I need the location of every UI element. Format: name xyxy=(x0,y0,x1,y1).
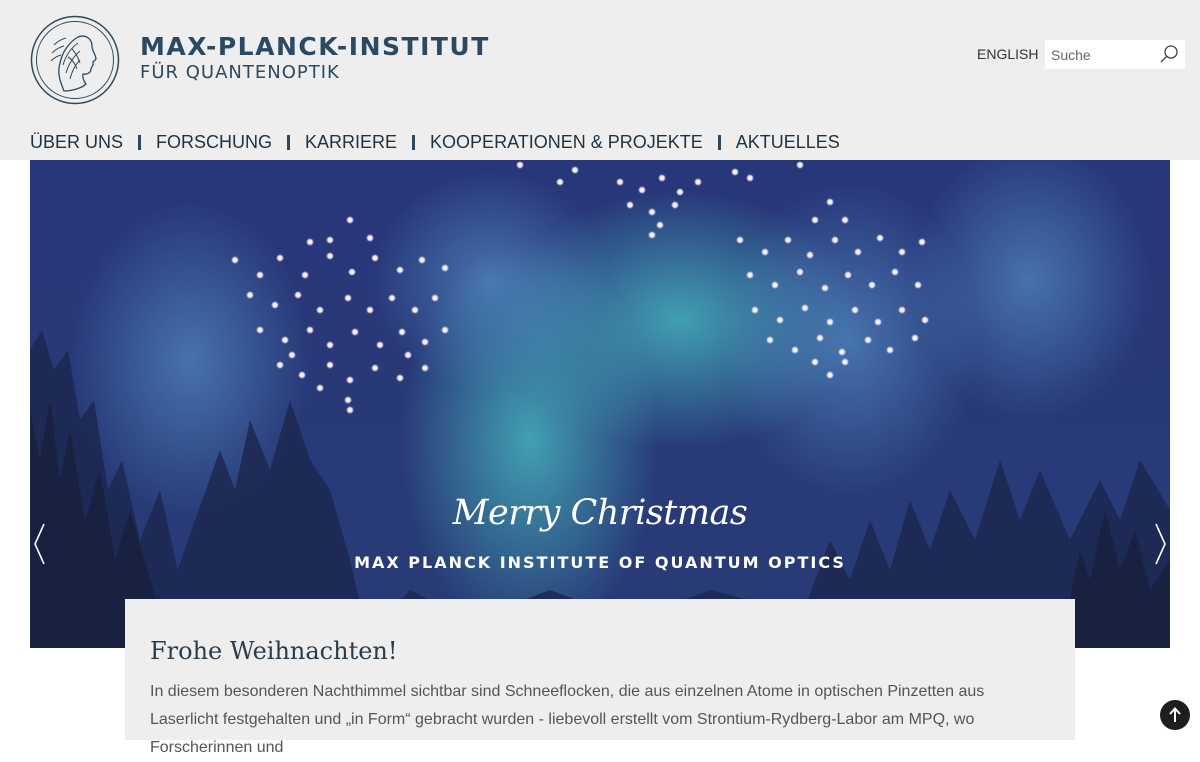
nav-separator xyxy=(412,135,416,150)
nav-item-kooperationen-projekte[interactable]: KOOPERATIONEN & PROJEKTE xyxy=(430,132,703,153)
nav-item-aktuelles[interactable]: AKTUELLES xyxy=(736,132,840,153)
hero-title: Merry Christmas xyxy=(452,493,748,533)
site-header: MAX-PLANCK-INSTITUT FÜR QUANTENOPTIK ENG… xyxy=(0,0,1200,160)
teaser-text: In diesem besonderen Nachthimmel sichtba… xyxy=(150,683,985,756)
nav-item-karriere[interactable]: KARRIERE xyxy=(305,132,397,153)
nav-separator xyxy=(287,135,291,150)
institute-subtitle[interactable]: FÜR QUANTENOPTIK xyxy=(140,62,340,83)
language-switch-link[interactable]: ENGLISH xyxy=(977,46,1038,62)
nav-separator xyxy=(717,135,721,150)
search-icon[interactable] xyxy=(1159,44,1179,64)
main-nav: ÜBER UNS FORSCHUNG KARRIERE KOOPERATIONE… xyxy=(30,132,840,153)
arrow-up-icon xyxy=(1169,707,1181,722)
chevron-right-icon[interactable] xyxy=(1150,522,1170,566)
nav-item-ueber-uns[interactable]: ÜBER UNS xyxy=(30,132,123,153)
teaser-title[interactable]: Frohe Weihnachten! xyxy=(150,637,398,665)
nav-item-forschung[interactable]: FORSCHUNG xyxy=(156,132,272,153)
hero-image xyxy=(30,160,1170,648)
news-teaser-card: Frohe Weihnachten! In diesem besonderen … xyxy=(125,599,1075,756)
search-input[interactable] xyxy=(1045,40,1151,69)
hero-slider[interactable]: Merry Christmas MAX PLANCK INSTITUTE OF … xyxy=(30,160,1170,648)
chevron-left-icon[interactable] xyxy=(30,522,50,566)
hero-subtitle: MAX PLANCK INSTITUTE OF QUANTUM OPTICS xyxy=(354,553,846,572)
search-box xyxy=(1045,40,1185,69)
institute-name[interactable]: MAX-PLANCK-INSTITUT xyxy=(140,32,490,61)
back-to-top-button[interactable] xyxy=(1160,700,1190,730)
minerva-logo[interactable] xyxy=(30,15,120,105)
nav-separator xyxy=(138,135,142,150)
